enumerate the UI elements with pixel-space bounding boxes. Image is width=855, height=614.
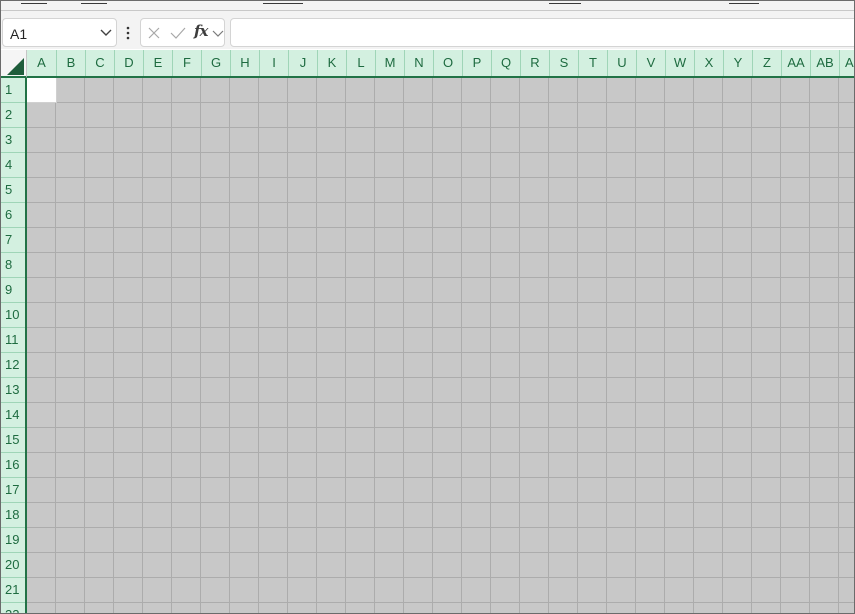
row-header[interactable]: 15 — [1, 428, 25, 453]
row-header[interactable]: 3 — [1, 128, 25, 153]
ribbon-fragment — [263, 1, 303, 4]
column-header[interactable]: I — [260, 50, 289, 76]
row-header[interactable]: 6 — [1, 203, 25, 228]
column-header[interactable]: B — [57, 50, 86, 76]
row-header[interactable]: 11 — [1, 328, 25, 353]
row-header[interactable]: 7 — [1, 228, 25, 253]
column-header[interactable]: E — [144, 50, 173, 76]
column-header[interactable]: G — [202, 50, 231, 76]
column-header[interactable]: R — [521, 50, 550, 76]
column-header[interactable]: Y — [724, 50, 753, 76]
formula-bar-row: A1 fx — [1, 11, 854, 49]
ribbon-strip — [1, 1, 854, 11]
spreadsheet-window: A1 fx A B C D E F G H I J K L M N O P Q … — [0, 0, 855, 614]
row-header[interactable]: 16 — [1, 453, 25, 478]
row-header[interactable]: 17 — [1, 478, 25, 503]
column-header[interactable]: W — [666, 50, 695, 76]
ribbon-fragment — [21, 1, 47, 4]
formula-input[interactable] — [230, 18, 854, 47]
column-header[interactable]: S — [550, 50, 579, 76]
chevron-down-icon[interactable] — [212, 25, 224, 41]
column-header[interactable]: Q — [492, 50, 521, 76]
row-header[interactable]: 13 — [1, 378, 25, 403]
column-header[interactable]: C — [86, 50, 115, 76]
name-box-value: A1 — [10, 26, 28, 42]
column-header[interactable]: U — [608, 50, 637, 76]
column-header[interactable]: A — [27, 50, 57, 76]
formula-controls: fx — [140, 18, 225, 47]
select-all-triangle-icon — [7, 58, 24, 75]
row-header[interactable]: 19 — [1, 528, 25, 553]
column-header[interactable]: F — [173, 50, 202, 76]
column-headers: ABCDEFGHIJKLMNOPQRSTUVWXYZAAABAC — [27, 50, 854, 78]
column-header[interactable]: AA — [782, 50, 811, 76]
row-header[interactable]: 5 — [1, 178, 25, 203]
cancel-icon[interactable] — [146, 25, 162, 41]
column-header[interactable]: L — [347, 50, 376, 76]
chevron-down-icon[interactable] — [99, 25, 113, 39]
ribbon-fragment — [81, 1, 107, 4]
row-header[interactable]: 8 — [1, 253, 25, 278]
column-header[interactable]: P — [463, 50, 492, 76]
active-cell[interactable] — [27, 78, 57, 103]
row-header[interactable]: 9 — [1, 278, 25, 303]
row-header[interactable]: 14 — [1, 403, 25, 428]
column-header[interactable]: D — [115, 50, 144, 76]
column-header[interactable]: Z — [753, 50, 782, 76]
column-header[interactable]: O — [434, 50, 463, 76]
row-header[interactable]: 20 — [1, 553, 25, 578]
column-header[interactable]: T — [579, 50, 608, 76]
name-box[interactable]: A1 — [2, 18, 117, 47]
row-headers: 12345678910111213141516171819202122 — [1, 78, 27, 613]
column-header[interactable]: M — [376, 50, 405, 76]
column-header[interactable]: AB — [811, 50, 840, 76]
column-header[interactable]: N — [405, 50, 434, 76]
row-header[interactable]: 10 — [1, 303, 25, 328]
cell-grid[interactable] — [27, 78, 854, 613]
enter-check-icon[interactable] — [169, 25, 187, 41]
row-header[interactable]: 21 — [1, 578, 25, 603]
worksheet-grid: ABCDEFGHIJKLMNOPQRSTUVWXYZAAABAC 1234567… — [1, 50, 854, 613]
column-header[interactable]: V — [637, 50, 666, 76]
row-header[interactable]: 22 — [1, 603, 25, 613]
column-header[interactable]: AC — [840, 50, 854, 76]
column-header[interactable]: K — [318, 50, 347, 76]
row-header[interactable]: 2 — [1, 103, 25, 128]
row-header[interactable]: 12 — [1, 353, 25, 378]
ribbon-fragment — [549, 1, 581, 4]
insert-function-icon[interactable]: fx — [194, 22, 208, 40]
ribbon-fragment — [729, 1, 759, 4]
column-header[interactable]: H — [231, 50, 260, 76]
column-header[interactable]: J — [289, 50, 318, 76]
select-all-button[interactable] — [1, 50, 27, 78]
row-header[interactable]: 4 — [1, 153, 25, 178]
column-header[interactable]: X — [695, 50, 724, 76]
row-header[interactable]: 1 — [1, 78, 25, 103]
row-header[interactable]: 18 — [1, 503, 25, 528]
more-options-icon[interactable] — [123, 25, 133, 41]
